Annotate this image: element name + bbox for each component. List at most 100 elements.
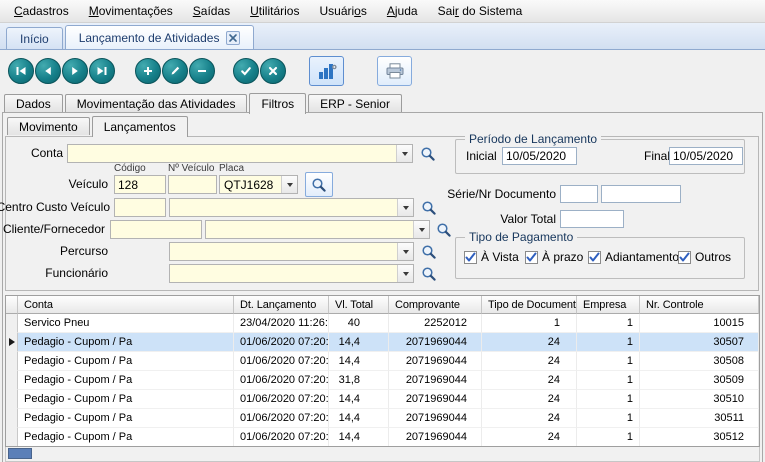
conta-dropdown-icon[interactable]: [396, 145, 412, 162]
codigo-label: Código: [114, 163, 146, 174]
cell-dt: 01/06/2020 07:20:11: [234, 333, 329, 352]
cell-empresa: 1: [577, 314, 640, 333]
veiculo-numero-input[interactable]: [168, 175, 217, 194]
cell-conta: Pedagio - Cupom / Pa: [18, 409, 234, 428]
table-row-selected[interactable]: Pedagio - Cupom / Pa 01/06/2020 07:20:11…: [6, 333, 759, 352]
periodo-group-title: Período de Lançamento: [465, 132, 601, 146]
menu-saidas[interactable]: Saídas: [183, 2, 240, 20]
veiculo-placa-combo[interactable]: QTJ1628: [219, 175, 298, 194]
cell-tipo: 24: [482, 428, 577, 447]
cliente-dropdown-icon[interactable]: [413, 221, 429, 238]
cell-comprovante: 2071969044: [389, 409, 482, 428]
table-row[interactable]: Servico Pneu 23/04/2020 11:26:30 40 2252…: [6, 314, 759, 333]
funcionario-dropdown-icon[interactable]: [397, 265, 413, 282]
table-row[interactable]: Pedagio - Cupom / Pa 01/06/2020 07:20:11…: [6, 409, 759, 428]
grid-header-conta[interactable]: Conta: [18, 296, 234, 314]
tab-inicio[interactable]: Início: [6, 27, 63, 49]
tab-movimentacao-das-atividades[interactable]: Movimentação das Atividades: [65, 94, 248, 112]
percurso-combo[interactable]: [169, 242, 414, 261]
tab-lancamentos[interactable]: Lançamentos: [92, 116, 188, 137]
table-row[interactable]: Pedagio - Cupom / Pa 01/06/2020 07:20:11…: [6, 371, 759, 390]
cell-tipo: 24: [482, 409, 577, 428]
print-button[interactable]: [377, 56, 412, 86]
data-final-input[interactable]: [669, 147, 743, 165]
funcionario-search-icon[interactable]: [419, 264, 439, 284]
next-record-button[interactable]: [62, 58, 88, 84]
cell-vl: 40: [329, 314, 389, 333]
row-indicator: [6, 390, 18, 409]
grid-header-vl-total[interactable]: Vl. Total: [329, 296, 389, 314]
cell-tipo: 24: [482, 333, 577, 352]
veiculo-search-button[interactable]: [305, 172, 333, 197]
conta-combo[interactable]: [67, 144, 413, 163]
lancamentos-grid: Conta Dt. Lançamento Vl. Total Comprovan…: [5, 295, 760, 447]
serie-nr-documento-label: Série/Nr Documento: [447, 188, 556, 201]
checkbox-outros-box[interactable]: [678, 251, 691, 264]
valor-total-input[interactable]: [560, 210, 624, 228]
horizontal-scrollbar[interactable]: [5, 447, 760, 462]
previous-record-button[interactable]: [35, 58, 61, 84]
funcionario-combo[interactable]: [169, 264, 414, 283]
veiculo-placa-dropdown-icon[interactable]: [281, 176, 297, 193]
menu-movimentacoes[interactable]: Movimentações: [79, 2, 183, 20]
row-indicator: [6, 428, 18, 447]
tab-erp-senior[interactable]: ERP - Senior: [308, 94, 402, 112]
cliente-combo[interactable]: [205, 220, 430, 239]
chart-button[interactable]: [309, 56, 344, 86]
scrollbar-thumb[interactable]: [8, 448, 32, 459]
centro-custo-codigo-input[interactable]: [114, 198, 166, 217]
first-record-button[interactable]: [8, 58, 34, 84]
grid-header-empresa[interactable]: Empresa: [577, 296, 640, 314]
cell-vl: 14,4: [329, 409, 389, 428]
menu-bar: Cadastros Movimentações Saídas Utilitári…: [0, 0, 765, 23]
tab-movimento[interactable]: Movimento: [7, 117, 90, 135]
checkbox-a-prazo[interactable]: À prazo: [525, 250, 583, 264]
centro-custo-combo[interactable]: [169, 198, 414, 217]
centro-custo-search-icon[interactable]: [419, 198, 439, 218]
cell-conta: Pedagio - Cupom / Pa: [18, 333, 234, 352]
checkbox-a-prazo-box[interactable]: [525, 251, 538, 264]
edit-button[interactable]: [162, 58, 188, 84]
menu-cadastros[interactable]: Cadastros: [4, 2, 79, 20]
checkbox-adiantamento[interactable]: Adiantamento: [588, 250, 679, 264]
veiculo-codigo-input[interactable]: [114, 175, 166, 194]
delete-button[interactable]: [189, 58, 215, 84]
table-row[interactable]: Pedagio - Cupom / Pa 01/06/2020 07:20:11…: [6, 352, 759, 371]
cell-empresa: 1: [577, 428, 640, 447]
confirm-button[interactable]: [233, 58, 259, 84]
table-row[interactable]: Pedagio - Cupom / Pa 01/06/2020 07:20:11…: [6, 428, 759, 447]
conta-search-icon[interactable]: [418, 144, 438, 164]
grid-header-dt-lancamento[interactable]: Dt. Lançamento: [234, 296, 329, 314]
checkbox-outros[interactable]: Outros: [678, 250, 731, 264]
percurso-dropdown-icon[interactable]: [397, 243, 413, 260]
checkbox-a-vista-box[interactable]: [464, 251, 477, 264]
conta-label: Conta: [31, 147, 63, 160]
menu-usuarios[interactable]: Usuários: [309, 2, 376, 20]
nr-documento-input[interactable]: [601, 185, 681, 203]
last-record-button[interactable]: [89, 58, 115, 84]
grid-header-nr-controle[interactable]: Nr. Controle: [640, 296, 759, 314]
cancel-button[interactable]: [260, 58, 286, 84]
tab-lancamento-de-atividades[interactable]: Lançamento de Atividades: [65, 25, 255, 49]
tab-dados[interactable]: Dados: [4, 94, 63, 112]
cell-empresa: 1: [577, 409, 640, 428]
data-inicial-input[interactable]: [502, 147, 577, 165]
menu-sair-do-sistema[interactable]: Sair do Sistema: [428, 2, 533, 20]
centro-custo-dropdown-icon[interactable]: [397, 199, 413, 216]
cell-conta: Pedagio - Cupom / Pa: [18, 352, 234, 371]
add-button[interactable]: [135, 58, 161, 84]
tab-filtros[interactable]: Filtros: [249, 93, 306, 114]
serie-input[interactable]: [560, 185, 598, 203]
checkbox-a-vista[interactable]: À Vista: [464, 250, 519, 264]
checkbox-adiantamento-box[interactable]: [588, 251, 601, 264]
menu-ajuda[interactable]: Ajuda: [377, 2, 428, 20]
row-indicator: [6, 371, 18, 390]
table-row[interactable]: Pedagio - Cupom / Pa 01/06/2020 07:20:11…: [6, 390, 759, 409]
grid-header-comprovante[interactable]: Comprovante: [389, 296, 482, 314]
percurso-search-icon[interactable]: [419, 242, 439, 262]
cliente-search-icon[interactable]: [434, 220, 454, 240]
grid-header-tipo-documento[interactable]: Tipo de Documento: [482, 296, 577, 314]
close-tab-icon[interactable]: [226, 31, 240, 45]
menu-utilitarios[interactable]: Utilitários: [240, 2, 309, 20]
cliente-codigo-input[interactable]: [110, 220, 202, 239]
